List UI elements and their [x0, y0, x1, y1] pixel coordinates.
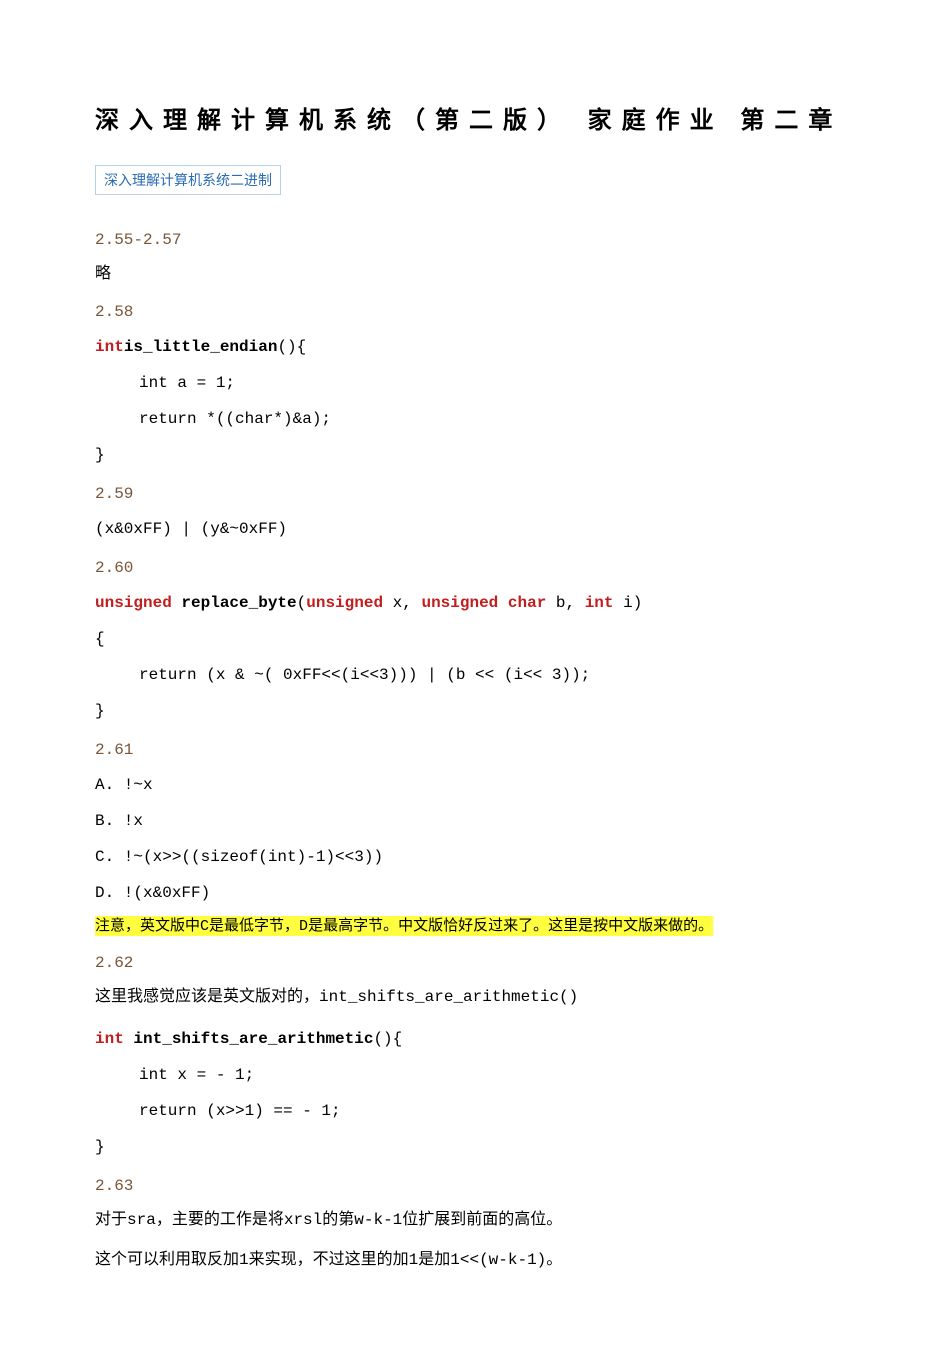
keyword-unsigned: unsigned: [95, 594, 172, 612]
topic-tag[interactable]: 深入理解计算机系统二进制: [95, 165, 281, 195]
note-code: D: [299, 918, 308, 935]
section-2-60: 2.60: [95, 559, 850, 577]
code-text: [498, 594, 508, 612]
code-text: int_shifts_are_arithmetic(): [319, 988, 578, 1006]
item-B: B. !x: [95, 805, 850, 837]
code-text: (: [297, 594, 307, 612]
code-2-59: (x&0xFF) | (y&~0xFF): [95, 513, 850, 545]
code-text: 1<<(w-k-1): [450, 1251, 546, 1269]
code-line: int x = - 1;: [95, 1059, 850, 1091]
fn-name: replace_byte: [172, 594, 297, 612]
code-text: return *((: [139, 410, 235, 428]
code-text: (){: [277, 338, 306, 356]
keyword-char: char: [235, 410, 273, 428]
code-text: 1: [409, 1251, 419, 1269]
code-line: }: [95, 1131, 850, 1163]
text: 这里我感觉应该是英文版对的，: [95, 988, 319, 1005]
code-text: *)&a);: [273, 410, 331, 428]
code-text: w-k-1: [354, 1211, 402, 1229]
code-line: {: [95, 623, 850, 655]
text: 。: [546, 1251, 562, 1268]
keyword-int: int: [95, 1030, 124, 1048]
section-2-55-57: 2.55-2.57: [95, 231, 850, 249]
code-2-58: intis_little_endian(){: [95, 331, 850, 363]
keyword-int: int: [139, 1066, 168, 1084]
code-text: i): [614, 594, 643, 612]
code-text: sra: [127, 1211, 156, 1229]
note-code: C: [200, 918, 209, 935]
section-2-59: 2.59: [95, 485, 850, 503]
code-text: return (x & ~( 0xFF<<(i<<3))) | (b << (i…: [139, 666, 590, 684]
document-page: 深入理解计算机系统（第二版） 家庭作业 第二章 深入理解计算机系统二进制 2.5…: [0, 0, 945, 1346]
keyword-int: int: [585, 594, 614, 612]
code-text: x = - 1;: [168, 1066, 254, 1084]
code-text: return (x>>1) == - 1;: [139, 1102, 341, 1120]
section-2-55-57-body: 略: [95, 259, 850, 289]
fn-name: int_shifts_are_arithmetic: [124, 1030, 374, 1048]
keyword-unsigned: unsigned: [421, 594, 498, 612]
code-text: a = 1;: [168, 374, 235, 392]
text: 来实现，不过这里的加: [249, 1251, 409, 1268]
code-2-62: int int_shifts_are_arithmetic(){: [95, 1023, 850, 1055]
note-2-61: 注意，英文版中C是最低字节，D是最高字节。中文版恰好反过来了。这里是按中文版来做…: [95, 913, 850, 940]
para-2-63-1: 对于sra，主要的工作是将xrsl的第w-k-1位扩展到前面的高位。: [95, 1205, 850, 1235]
keyword-int: int: [95, 338, 124, 356]
item-A: A. !~x: [95, 769, 850, 801]
item-C: C. !~(x>>((sizeof(int)-1)<<3)): [95, 841, 850, 873]
text: ，主要的工作是将: [156, 1211, 284, 1228]
code-2-60-sig: unsigned replace_byte(unsigned x, unsign…: [95, 587, 850, 619]
code-line: }: [95, 695, 850, 727]
page-title: 深入理解计算机系统（第二版） 家庭作业 第二章: [95, 100, 850, 135]
section-2-61: 2.61: [95, 741, 850, 759]
section-2-62: 2.62: [95, 954, 850, 972]
tag-container: 深入理解计算机系统二进制: [95, 165, 850, 217]
section-2-58: 2.58: [95, 303, 850, 321]
para-2-63-2: 这个可以利用取反加1来实现，不过这里的加1是加1<<(w-k-1)。: [95, 1245, 850, 1275]
note-text: 是最高字节。中文版恰好反过来了。这里是按中文版来做的。: [308, 918, 713, 934]
code-line: return (x & ~( 0xFF<<(i<<3))) | (b << (i…: [95, 659, 850, 691]
code-text: x,: [383, 594, 421, 612]
code-text: xrsl: [284, 1211, 322, 1229]
note-text: 注意，英文版中: [95, 918, 200, 934]
keyword-char: char: [508, 594, 546, 612]
item-D: D. !(x&0xFF): [95, 877, 850, 909]
text: 对于: [95, 1211, 127, 1228]
text: 位扩展到前面的高位。: [402, 1211, 562, 1228]
fn-name: is_little_endian: [124, 338, 278, 356]
code-text: (){: [373, 1030, 402, 1048]
code-line: return *((char*)&a);: [95, 403, 850, 435]
code-line: return (x>>1) == - 1;: [95, 1095, 850, 1127]
keyword-unsigned: unsigned: [306, 594, 383, 612]
code-text: 1: [239, 1251, 249, 1269]
text: 这个可以利用取反加: [95, 1251, 239, 1268]
text: 是加: [418, 1251, 450, 1268]
code-line: int a = 1;: [95, 367, 850, 399]
code-text: b,: [546, 594, 584, 612]
section-2-63: 2.63: [95, 1177, 850, 1195]
intro-2-62: 这里我感觉应该是英文版对的，int_shifts_are_arithmetic(…: [95, 982, 850, 1012]
note-text: 是最低字节，: [209, 918, 299, 934]
keyword-int: int: [139, 374, 168, 392]
text: 的第: [322, 1211, 354, 1228]
code-line: }: [95, 439, 850, 471]
